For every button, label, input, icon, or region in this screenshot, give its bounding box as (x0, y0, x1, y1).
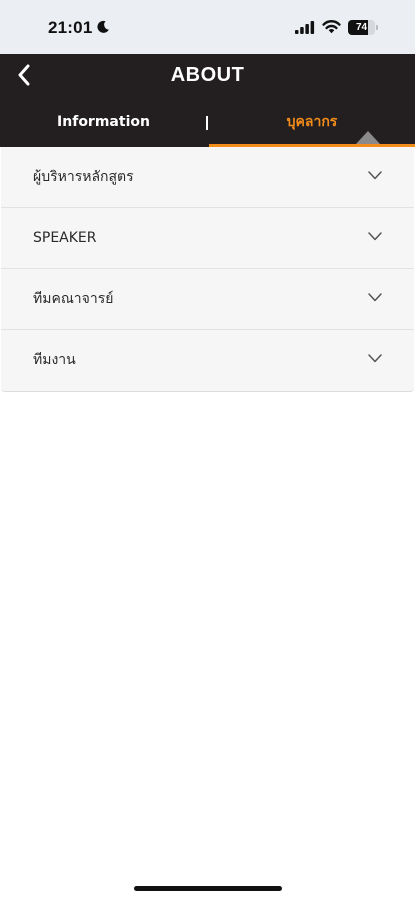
chevron-down-icon (368, 354, 382, 363)
battery-icon: 74 (348, 20, 378, 35)
tab-divider (206, 116, 208, 130)
battery-level: 74 (355, 22, 368, 33)
list-item-label: ผู้บริหารหลักสูตร (33, 169, 134, 185)
tab-personnel-label: บุคลากร (286, 114, 338, 130)
list-item-label: ทีมคณาจารย์ (33, 291, 114, 307)
status-time: 21:01 (48, 18, 93, 37)
list-item-speaker[interactable]: SPEAKER (1, 208, 414, 269)
page-title: ABOUT (170, 64, 245, 86)
list-item-program-executives[interactable]: ผู้บริหารหลักสูตร (1, 147, 414, 208)
moon-icon (97, 20, 109, 33)
tab-information[interactable]: Information (0, 112, 207, 147)
status-bar: 21:01 74 (0, 0, 415, 54)
chevron-down-icon (368, 293, 382, 302)
active-tab-pointer (356, 131, 380, 144)
list-item-staff-team[interactable]: ทีมงาน (1, 330, 414, 391)
personnel-list: ผู้บริหารหลักสูตร SPEAKER ทีมคณาจารย์ ที… (1, 147, 414, 392)
signal-icon (295, 21, 315, 34)
wifi-icon (322, 20, 341, 34)
app-header: ABOUT Information บุคลากร (0, 54, 415, 147)
list-item-faculty-team[interactable]: ทีมคณาจารย์ (1, 269, 414, 330)
chevron-down-icon (368, 232, 382, 241)
tab-personnel[interactable]: บุคลากร (209, 112, 415, 147)
chevron-down-icon (368, 171, 382, 180)
tab-information-label: Information (57, 114, 150, 130)
list-item-label: SPEAKER (33, 230, 97, 246)
list-item-label: ทีมงาน (33, 352, 76, 368)
home-indicator[interactable] (134, 886, 282, 891)
